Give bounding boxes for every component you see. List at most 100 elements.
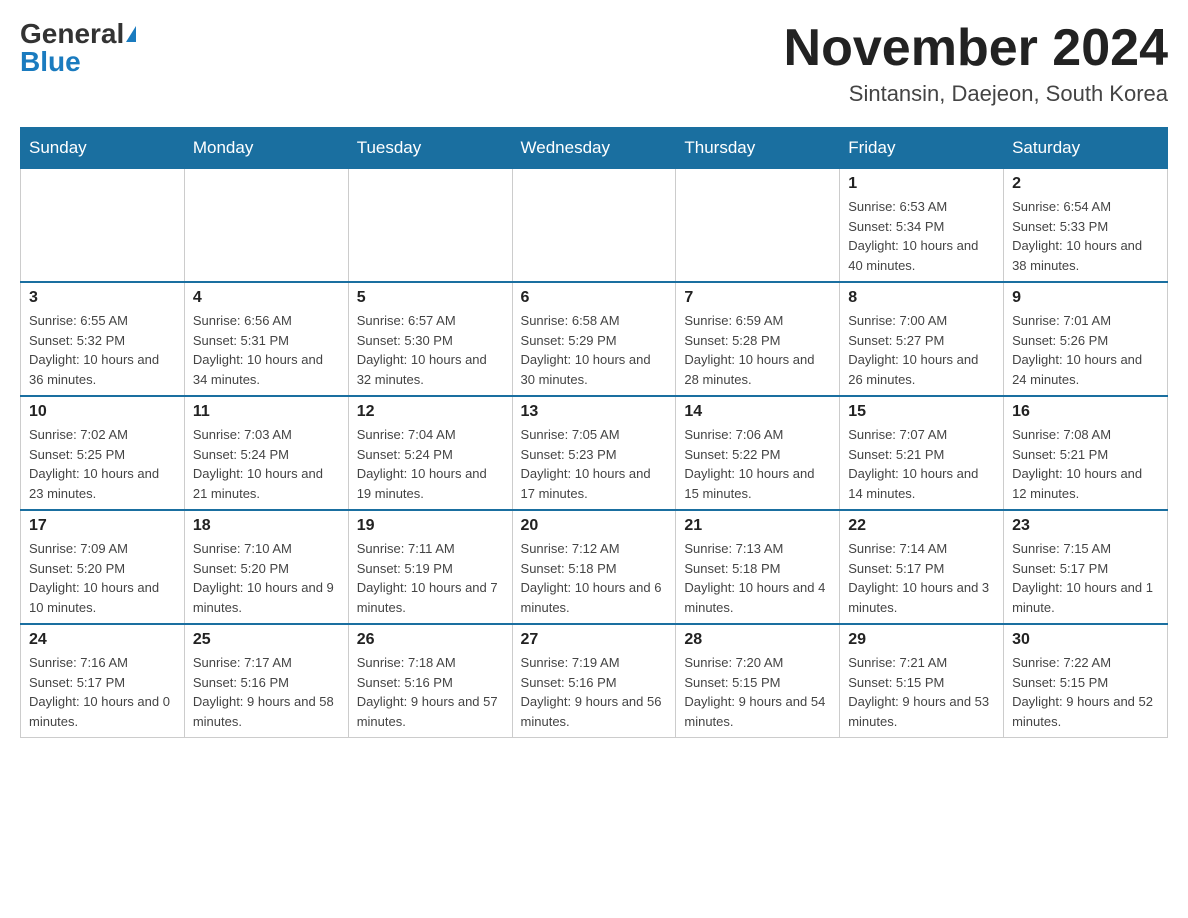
day-number: 12 [357, 403, 504, 421]
day-info: Sunrise: 7:18 AMSunset: 5:16 PMDaylight:… [357, 653, 504, 731]
day-number: 9 [1012, 289, 1159, 307]
cell-week4-day5: 22 Sunrise: 7:14 AMSunset: 5:17 PMDayligh… [840, 510, 1004, 624]
day-info: Sunrise: 7:16 AMSunset: 5:17 PMDaylight:… [29, 653, 176, 731]
cell-week5-day2: 26 Sunrise: 7:18 AMSunset: 5:16 PMDayligh… [348, 624, 512, 738]
week-row-1: 1 Sunrise: 6:53 AMSunset: 5:34 PMDaylight… [21, 169, 1168, 283]
header-saturday: Saturday [1004, 128, 1168, 169]
day-number: 16 [1012, 403, 1159, 421]
day-number: 20 [521, 517, 668, 535]
day-info: Sunrise: 7:19 AMSunset: 5:16 PMDaylight:… [521, 653, 668, 731]
cell-week1-day1 [184, 169, 348, 283]
day-number: 4 [193, 289, 340, 307]
day-info: Sunrise: 7:08 AMSunset: 5:21 PMDaylight:… [1012, 425, 1159, 503]
day-number: 24 [29, 631, 176, 649]
weekday-header-row: Sunday Monday Tuesday Wednesday Thursday… [21, 128, 1168, 169]
cell-week2-day2: 5 Sunrise: 6:57 AMSunset: 5:30 PMDaylight… [348, 282, 512, 396]
cell-week4-day4: 21 Sunrise: 7:13 AMSunset: 5:18 PMDayligh… [676, 510, 840, 624]
day-info: Sunrise: 7:00 AMSunset: 5:27 PMDaylight:… [848, 311, 995, 389]
day-info: Sunrise: 7:12 AMSunset: 5:18 PMDaylight:… [521, 539, 668, 617]
cell-week2-day5: 8 Sunrise: 7:00 AMSunset: 5:27 PMDaylight… [840, 282, 1004, 396]
header-wednesday: Wednesday [512, 128, 676, 169]
cell-week4-day0: 17 Sunrise: 7:09 AMSunset: 5:20 PMDayligh… [21, 510, 185, 624]
day-number: 27 [521, 631, 668, 649]
cell-week2-day1: 4 Sunrise: 6:56 AMSunset: 5:31 PMDaylight… [184, 282, 348, 396]
calendar-table: Sunday Monday Tuesday Wednesday Thursday… [20, 127, 1168, 738]
cell-week5-day6: 30 Sunrise: 7:22 AMSunset: 5:15 PMDayligh… [1004, 624, 1168, 738]
day-info: Sunrise: 6:56 AMSunset: 5:31 PMDaylight:… [193, 311, 340, 389]
cell-week5-day5: 29 Sunrise: 7:21 AMSunset: 5:15 PMDayligh… [840, 624, 1004, 738]
location-subtitle: Sintansin, Daejeon, South Korea [784, 81, 1168, 107]
cell-week3-day0: 10Sunrise: 7:02 AMSunset: 5:25 PMDayligh… [21, 396, 185, 510]
logo-blue-text: Blue [20, 48, 81, 76]
day-number: 30 [1012, 631, 1159, 649]
day-number: 17 [29, 517, 176, 535]
day-info: Sunrise: 7:09 AMSunset: 5:20 PMDaylight:… [29, 539, 176, 617]
day-number: 5 [357, 289, 504, 307]
day-number: 23 [1012, 517, 1159, 535]
header-sunday: Sunday [21, 128, 185, 169]
day-number: 11 [193, 403, 340, 421]
cell-week3-day6: 16 Sunrise: 7:08 AMSunset: 5:21 PMDayligh… [1004, 396, 1168, 510]
logo-general-text: General [20, 20, 124, 48]
week-row-2: 3Sunrise: 6:55 AMSunset: 5:32 PMDaylight… [21, 282, 1168, 396]
day-info: Sunrise: 7:05 AMSunset: 5:23 PMDaylight:… [521, 425, 668, 503]
day-number: 22 [848, 517, 995, 535]
day-number: 7 [684, 289, 831, 307]
cell-week4-day6: 23 Sunrise: 7:15 AMSunset: 5:17 PMDayligh… [1004, 510, 1168, 624]
cell-week3-day4: 14Sunrise: 7:06 AMSunset: 5:22 PMDayligh… [676, 396, 840, 510]
cell-week4-day1: 18Sunrise: 7:10 AMSunset: 5:20 PMDayligh… [184, 510, 348, 624]
day-info: Sunrise: 7:03 AMSunset: 5:24 PMDaylight:… [193, 425, 340, 503]
day-info: Sunrise: 7:11 AMSunset: 5:19 PMDaylight:… [357, 539, 504, 617]
cell-week1-day4 [676, 169, 840, 283]
header-thursday: Thursday [676, 128, 840, 169]
cell-week1-day5: 1 Sunrise: 6:53 AMSunset: 5:34 PMDaylight… [840, 169, 1004, 283]
day-number: 28 [684, 631, 831, 649]
month-title: November 2024 [784, 20, 1168, 77]
day-info: Sunrise: 6:58 AMSunset: 5:29 PMDaylight:… [521, 311, 668, 389]
day-number: 19 [357, 517, 504, 535]
day-info: Sunrise: 7:04 AMSunset: 5:24 PMDaylight:… [357, 425, 504, 503]
cell-week2-day0: 3Sunrise: 6:55 AMSunset: 5:32 PMDaylight… [21, 282, 185, 396]
day-number: 2 [1012, 175, 1159, 193]
cell-week3-day2: 12 Sunrise: 7:04 AMSunset: 5:24 PMDayligh… [348, 396, 512, 510]
day-info: Sunrise: 7:21 AMSunset: 5:15 PMDaylight:… [848, 653, 995, 731]
day-number: 15 [848, 403, 995, 421]
cell-week4-day2: 19 Sunrise: 7:11 AMSunset: 5:19 PMDayligh… [348, 510, 512, 624]
day-info: Sunrise: 7:17 AMSunset: 5:16 PMDaylight:… [193, 653, 340, 731]
day-info: Sunrise: 7:06 AMSunset: 5:22 PMDaylight:… [684, 425, 831, 503]
cell-week5-day1: 25 Sunrise: 7:17 AMSunset: 5:16 PMDayligh… [184, 624, 348, 738]
cell-week5-day3: 27 Sunrise: 7:19 AMSunset: 5:16 PMDayligh… [512, 624, 676, 738]
day-number: 26 [357, 631, 504, 649]
week-row-5: 24 Sunrise: 7:16 AMSunset: 5:17 PMDayligh… [21, 624, 1168, 738]
cell-week4-day3: 20 Sunrise: 7:12 AMSunset: 5:18 PMDayligh… [512, 510, 676, 624]
day-info: Sunrise: 7:13 AMSunset: 5:18 PMDaylight:… [684, 539, 831, 617]
day-info: Sunrise: 7:22 AMSunset: 5:15 PMDaylight:… [1012, 653, 1159, 731]
header-monday: Monday [184, 128, 348, 169]
day-number: 3 [29, 289, 176, 307]
cell-week1-day2 [348, 169, 512, 283]
day-info: Sunrise: 6:54 AMSunset: 5:33 PMDaylight:… [1012, 197, 1159, 275]
day-info: Sunrise: 7:14 AMSunset: 5:17 PMDaylight:… [848, 539, 995, 617]
day-info: Sunrise: 7:20 AMSunset: 5:15 PMDaylight:… [684, 653, 831, 731]
day-number: 21 [684, 517, 831, 535]
cell-week5-day0: 24 Sunrise: 7:16 AMSunset: 5:17 PMDayligh… [21, 624, 185, 738]
logo: General Blue [20, 20, 136, 76]
header-tuesday: Tuesday [348, 128, 512, 169]
week-row-4: 17 Sunrise: 7:09 AMSunset: 5:20 PMDayligh… [21, 510, 1168, 624]
day-number: 8 [848, 289, 995, 307]
cell-week5-day4: 28 Sunrise: 7:20 AMSunset: 5:15 PMDayligh… [676, 624, 840, 738]
day-number: 1 [848, 175, 995, 193]
day-info: Sunrise: 7:10 AMSunset: 5:20 PMDaylight:… [193, 539, 340, 617]
day-number: 25 [193, 631, 340, 649]
day-info: Sunrise: 7:07 AMSunset: 5:21 PMDaylight:… [848, 425, 995, 503]
day-info: Sunrise: 6:53 AMSunset: 5:34 PMDaylight:… [848, 197, 995, 275]
day-info: Sunrise: 6:57 AMSunset: 5:30 PMDaylight:… [357, 311, 504, 389]
day-number: 13 [521, 403, 668, 421]
header-friday: Friday [840, 128, 1004, 169]
day-number: 29 [848, 631, 995, 649]
logo-triangle-icon [126, 26, 136, 42]
day-info: Sunrise: 7:15 AMSunset: 5:17 PMDaylight:… [1012, 539, 1159, 617]
cell-week1-day6: 2 Sunrise: 6:54 AMSunset: 5:33 PMDaylight… [1004, 169, 1168, 283]
cell-week2-day4: 7Sunrise: 6:59 AMSunset: 5:28 PMDaylight… [676, 282, 840, 396]
day-number: 10 [29, 403, 176, 421]
